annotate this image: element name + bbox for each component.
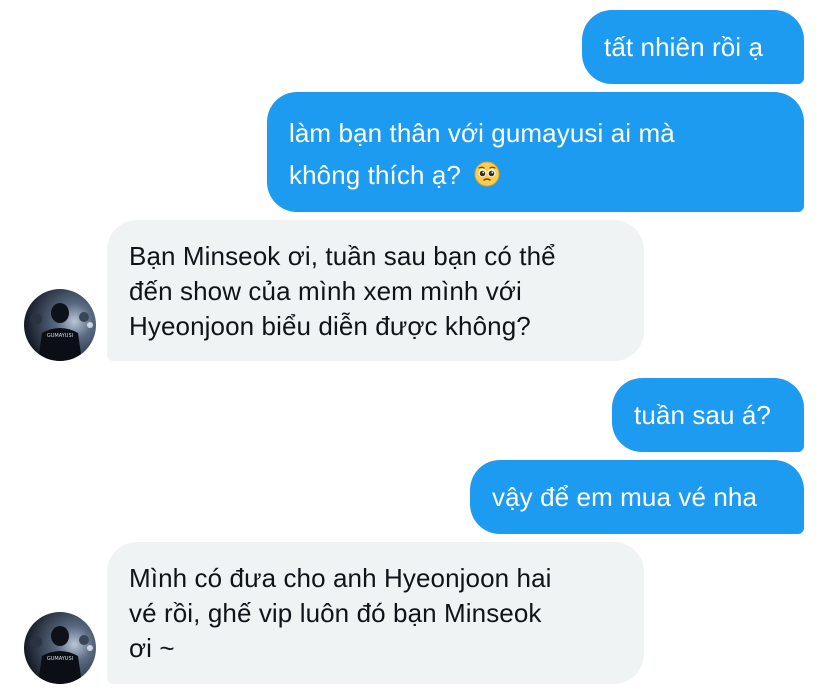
message-text: tuần sau á? bbox=[634, 400, 771, 430]
message-bubble-outgoing[interactable]: vậy để em mua vé nha bbox=[470, 460, 804, 534]
message-text: Bạn Minseok ơi, tuần sau bạn có thể bbox=[129, 241, 556, 271]
message-bubble-incoming[interactable]: Bạn Minseok ơi, tuần sau bạn có thể đến … bbox=[107, 220, 644, 361]
message-bubble-incoming[interactable]: Mình có đưa cho anh Hyeonjoon hai vé rồi… bbox=[107, 542, 644, 684]
message-text: vậy để em mua vé nha bbox=[492, 482, 758, 512]
message-text: đến show của mình xem mình với bbox=[129, 276, 522, 306]
message-line: không thích ạ? bbox=[289, 154, 782, 199]
message-bubble-outgoing[interactable]: tuần sau á? bbox=[612, 378, 804, 452]
message-text: tất nhiên rồi ạ bbox=[604, 32, 764, 62]
avatar[interactable]: GUMAYUSI bbox=[24, 612, 96, 684]
conversation-thread: tất nhiên rồi ạ làm bạn thân với gumayus… bbox=[0, 0, 828, 696]
message-text: làm bạn thân với gumayusi ai mà bbox=[289, 118, 675, 148]
message-bubble-outgoing[interactable]: tất nhiên rồi ạ bbox=[582, 10, 804, 84]
avatar-jersey-text: GUMAYUSI bbox=[47, 333, 73, 339]
message-text: Hyeonjoon biểu diễn được không? bbox=[129, 311, 531, 341]
message-text: Mình có đưa cho anh Hyeonjoon hai bbox=[129, 563, 552, 593]
pleading-face-emoji-icon bbox=[474, 157, 500, 199]
message-bubble-outgoing[interactable]: làm bạn thân với gumayusi ai mà không th… bbox=[267, 92, 804, 212]
avatar-jersey-text: GUMAYUSI bbox=[47, 656, 73, 662]
message-text: vé rồi, ghế vip luôn đó bạn Minseok bbox=[129, 598, 542, 628]
message-text: ơi ~ bbox=[129, 633, 175, 663]
message-text: không thích ạ? bbox=[289, 160, 461, 190]
avatar[interactable]: GUMAYUSI bbox=[24, 289, 96, 361]
